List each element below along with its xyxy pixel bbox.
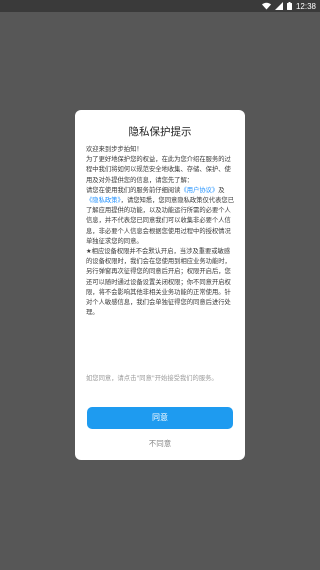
user-agreement-link[interactable]: 《用户协议》 [180, 187, 218, 194]
read-policy-text-b: 及 [218, 186, 225, 194]
intro-text: 为了更好地保护您的权益，在此为您介绍在服务的过程中我们将如何以规范安全地收集、存… [86, 156, 231, 184]
status-time: 12:38 [295, 1, 316, 11]
status-bar: 12:38 [0, 0, 320, 12]
dialog-title: 隐私保护提示 [128, 126, 192, 138]
disagree-button[interactable]: 不同意 [87, 436, 233, 452]
read-policy-text-c: ，请您知悉，您同意隐私政策仅代表您已了解应用提供的功能，以及功能运行所需的必要个… [86, 197, 234, 245]
welcome-text: 欢迎来到步步拍知！ [86, 146, 143, 153]
signal-icon [274, 2, 283, 10]
wifi-icon [261, 2, 271, 10]
privacy-dialog: 隐私保护提示 欢迎来到步步拍知！ 为了更好地保护您的权益，在此为您介绍在服务的过… [75, 110, 245, 460]
agree-button[interactable]: 同意 [87, 407, 233, 429]
read-policy-paragraph: 请您在使用我们的服务前仔细阅读《用户协议》及《隐私政策》，请您知悉，您同意隐私政… [86, 186, 235, 247]
status-icons: 12:38 [261, 0, 316, 12]
battery-icon [286, 2, 292, 10]
read-policy-text-a: 请您在使用我们的服务前仔细阅读 [86, 186, 181, 194]
dialog-body: 欢迎来到步步拍知！ 为了更好地保护您的权益，在此为您介绍在服务的过程中我们将如何… [86, 145, 235, 318]
privacy-policy-link[interactable]: 《隐私政策》 [86, 197, 121, 204]
permissions-text: ★相应设备权限并不会默认开启，当涉及重要或敏感的设备权限时，我们会在您使用到相应… [86, 248, 231, 317]
consent-note: 如您同意，请点击"同意"开始接受我们的服务。 [86, 375, 218, 382]
